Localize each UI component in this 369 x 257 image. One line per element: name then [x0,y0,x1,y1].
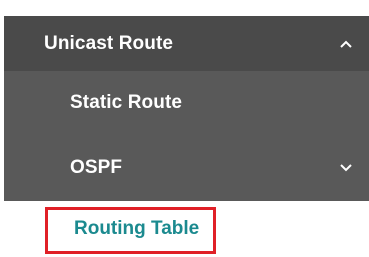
chevron-down-icon [339,161,353,175]
sidebar-item-static-route[interactable]: Static Route [4,71,369,135]
sidebar-item-unicast-route[interactable]: Unicast Route [4,16,369,71]
sidebar-item-routing-table[interactable]: Routing Table [4,201,369,257]
sidebar-item-label: Routing Table [74,218,200,239]
sidebar-nav: Unicast Route Static Route OSPF Routing … [0,0,369,257]
sidebar-item-label: Static Route [70,92,183,113]
sidebar-item-label: Unicast Route [44,32,174,54]
chevron-up-icon [339,37,353,51]
sidebar-item-ospf[interactable]: OSPF [4,135,369,201]
sidebar-item-label: OSPF [70,157,123,178]
